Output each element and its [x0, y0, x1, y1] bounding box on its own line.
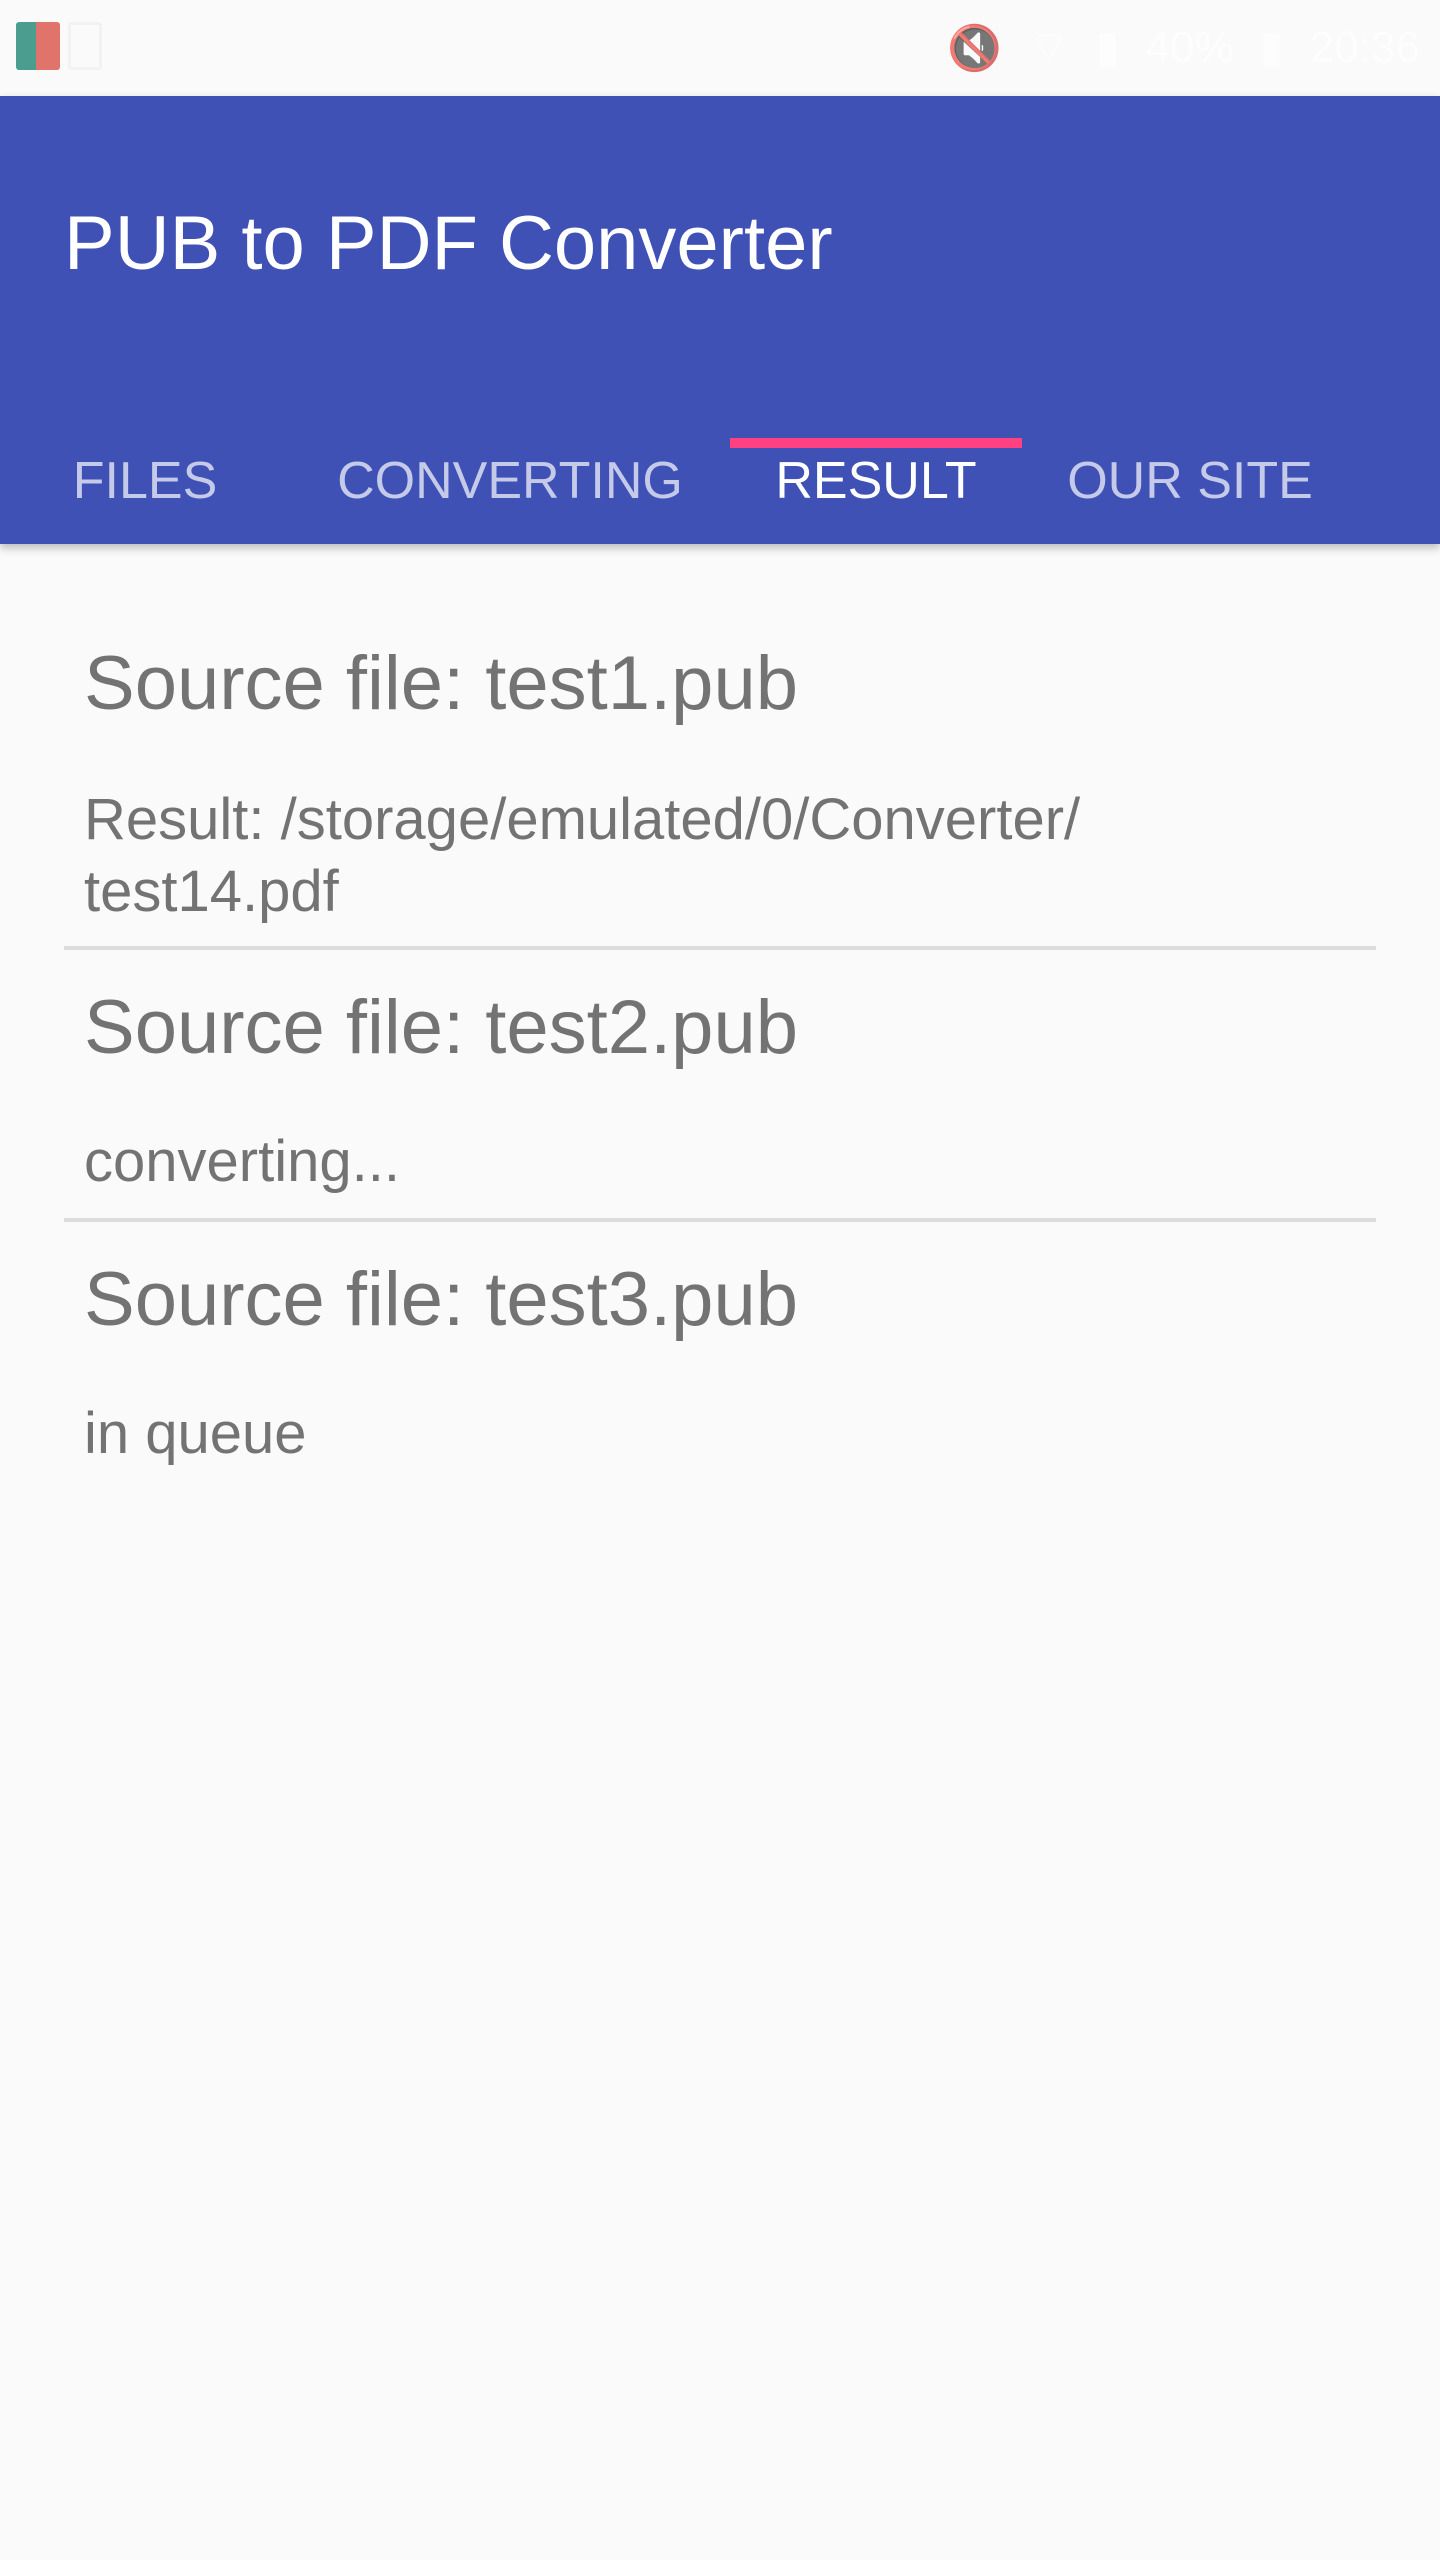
tab-bar: FILES CONVERTING RESULT OUR SITE — [0, 418, 1440, 544]
signal-icon: ▮ — [1095, 23, 1120, 72]
mute-icon: 🔇 — [947, 23, 1002, 73]
source-file-label: Source file: test2.pub — [84, 985, 798, 1070]
result-status: Result: /storage/emulated/0/Converter/ t… — [84, 787, 1081, 924]
list-item-status: in queue — [0, 1398, 307, 1470]
battery-icon: ▮ — [1259, 23, 1284, 72]
list-item-status: Result: /storage/emulated/0/Converter/ t… — [0, 784, 1260, 928]
source-file-label: Source file: test3.pub — [84, 1257, 798, 1342]
image-icon — [68, 22, 102, 70]
list-item-status: converting... — [0, 1126, 400, 1198]
tab-converting[interactable]: CONVERTING — [310, 418, 710, 544]
source-file-label: Source file: test1.pub — [84, 641, 798, 726]
app-bar: PUB to PDF Converter FILES CONVERTING RE… — [0, 96, 1440, 544]
result-status: in queue — [84, 1401, 307, 1466]
list-item[interactable]: Source file: test3.pub — [0, 1256, 798, 1343]
wifi-icon: ⌔ — [1028, 23, 1070, 72]
tab-our-site[interactable]: OUR SITE — [1040, 418, 1340, 544]
list-item[interactable]: Source file: test1.pub — [0, 640, 798, 727]
divider — [64, 1218, 1376, 1222]
tab-files[interactable]: FILES — [40, 418, 250, 544]
battery-percent: 40% — [1145, 22, 1234, 72]
clock: 20:36 — [1309, 22, 1420, 72]
result-status: converting... — [84, 1129, 400, 1194]
list-item[interactable]: Source file: test2.pub — [0, 984, 798, 1071]
app-title: PUB to PDF Converter — [64, 201, 833, 286]
active-tab-indicator — [730, 438, 1022, 448]
converter-app-icon — [16, 22, 60, 70]
divider — [64, 946, 1376, 950]
status-bar: 🔇 ⌔ ▮ 40% ▮ 20:36 — [0, 0, 1440, 96]
tab-result[interactable]: RESULT — [730, 418, 1022, 544]
